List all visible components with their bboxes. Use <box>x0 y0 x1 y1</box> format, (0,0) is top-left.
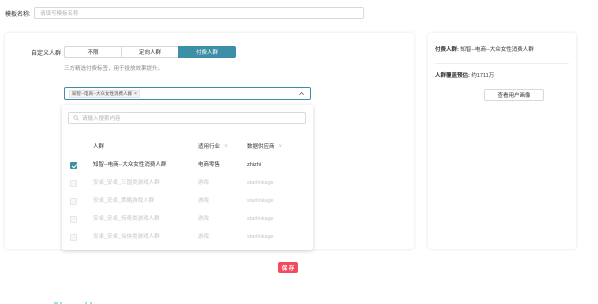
cell-crowd-name: 安卓_安卓_策略游戏人群 <box>93 198 155 204</box>
template-name-row: 模板名称: 请填写模板名称 <box>5 7 369 19</box>
row-checkbox[interactable] <box>70 162 77 169</box>
cell-industry: 电商零售 <box>198 162 221 168</box>
template-name-input[interactable]: 请填写模板名称 <box>34 7 364 19</box>
paid-crowd-value: 知智--电商--大众女性消费人群 <box>460 47 534 53</box>
cell-industry: 游戏 <box>198 180 210 186</box>
custom-crowd-label: 自定义人群 <box>31 51 62 57</box>
column-supplier[interactable]: 数据供应商 ∨ <box>247 140 282 152</box>
dropdown-search-input[interactable]: 请输入搜索内容 <box>68 112 306 124</box>
table-row: 安卓_安卓_策略游戏人群 游戏 starlinkage <box>62 193 313 211</box>
chevron-down-icon[interactable]: ∨ <box>279 143 283 149</box>
selected-crowd-tag: 知智--电商--大众女性消费人群 × <box>69 89 140 98</box>
bottom-decoration <box>54 302 92 304</box>
save-button[interactable]: 保 存 <box>278 262 298 273</box>
cell-supplier: starlinkage <box>247 216 274 222</box>
reach-label: 人群覆盖预估: <box>435 73 470 79</box>
cell-supplier: starlinkage <box>247 180 274 186</box>
reach-value: 约1711万 <box>471 73 495 79</box>
chevron-down-icon[interactable]: ∨ <box>224 143 228 149</box>
crowd-select[interactable]: 知智--电商--大众女性消费人群 × <box>64 87 311 100</box>
chevron-up-icon[interactable] <box>298 90 305 97</box>
row-checkbox <box>70 234 77 241</box>
table-row: 安卓_安卓_传奇类游戏人群 游戏 starlinkage <box>62 211 313 229</box>
crowd-option-targeted[interactable]: 定向人群 <box>121 46 179 58</box>
table-row[interactable]: 知智--电商--大众女性消费人群 电商零售 zhizhi <box>62 157 313 175</box>
table-row: 安卓_安卓_仙侠类游戏人群 游戏 starlinkage <box>62 229 313 247</box>
table-header: 人群 适用行业 ∨ 数据供应商 ∨ <box>62 140 313 152</box>
divider <box>435 63 569 64</box>
column-industry[interactable]: 适用行业 ∨ <box>198 140 228 152</box>
crowd-hint: 三方精选付费标签，用于投放效果提升。 <box>64 66 164 72</box>
side-card: 付费人群: 知智--电商--大众女性消费人群 人群覆盖预估: 约1711万 查看… <box>428 33 576 249</box>
cell-supplier: starlinkage <box>247 198 274 204</box>
cell-industry: 游戏 <box>198 234 210 240</box>
crowd-dropdown: 请输入搜索内容 人群 适用行业 ∨ 数据供应商 ∨ 知智--电商--大众女性消费人群… <box>62 105 313 250</box>
paid-crowd-label: 付费人群: <box>435 47 459 53</box>
template-name-label: 模板名称: <box>5 11 31 18</box>
view-user-portrait-button[interactable]: 查看用户画像 <box>484 89 544 101</box>
cell-supplier: starlinkage <box>247 234 274 240</box>
cell-industry: 游戏 <box>198 198 210 204</box>
cell-supplier: zhizhi <box>247 162 262 168</box>
crowd-option-paid[interactable]: 付费人群 <box>178 46 236 58</box>
row-checkbox <box>70 216 77 223</box>
paid-crowd-summary: 付费人群: 知智--电商--大众女性消费人群 <box>435 45 534 53</box>
cell-crowd-name: 安卓_安卓_三国类游戏人群 <box>93 180 160 186</box>
cell-crowd-name: 安卓_安卓_仙侠类游戏人群 <box>93 234 160 240</box>
column-crowd: 人群 <box>93 144 105 150</box>
crowd-type-segmented: 不限 定向人群 付费人群 <box>64 46 236 58</box>
table-row: 安卓_安卓_三国类游戏人群 游戏 starlinkage <box>62 175 313 193</box>
cell-crowd-name: 知智--电商--大众女性消费人群 <box>93 162 167 168</box>
search-placeholder: 请输入搜索内容 <box>82 116 121 122</box>
row-checkbox <box>70 180 77 187</box>
tag-close-icon[interactable]: × <box>134 91 137 97</box>
row-checkbox <box>70 198 77 205</box>
selected-crowd-tag-label: 知智--电商--大众女性消费人群 <box>72 90 132 96</box>
search-icon <box>73 115 79 121</box>
cell-crowd-name: 安卓_安卓_传奇类游戏人群 <box>93 216 160 222</box>
cell-industry: 游戏 <box>198 216 210 222</box>
reach-estimate: 人群覆盖预估: 约1711万 <box>435 71 494 79</box>
crowd-option-unlimited[interactable]: 不限 <box>64 46 122 58</box>
